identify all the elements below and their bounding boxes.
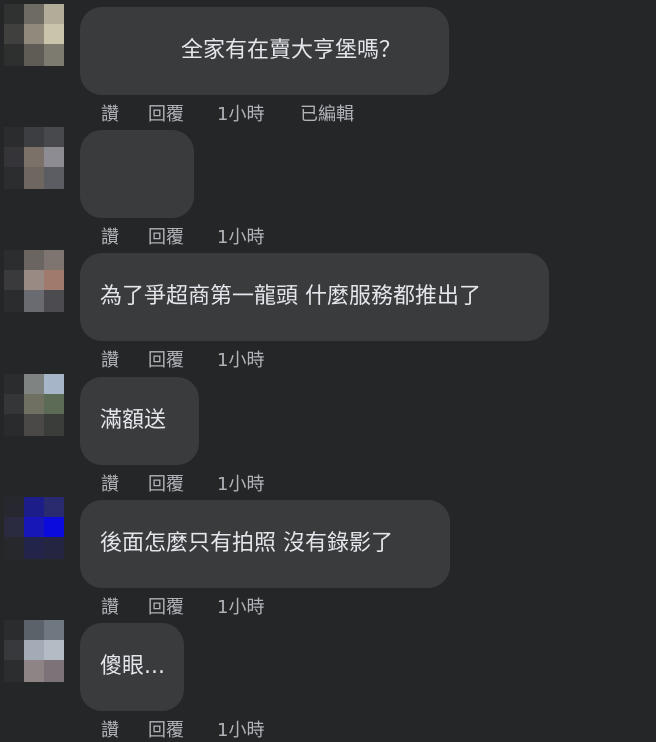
comment-time[interactable]: 1小時 [217,470,264,496]
comment-time[interactable]: 1小時 [217,593,264,619]
comment-bubble: 全家有在賣大亨堡嗎？ [80,7,449,95]
comment-bubble: 傻眼... [80,623,184,711]
edited-label[interactable]: 已編輯 [300,100,354,126]
comment-time[interactable]: 1小時 [217,716,264,742]
comment-text: 滿額送 [100,408,167,433]
comment-time[interactable]: 1小時 [217,346,264,372]
comment-bubble: 為了爭超商第一龍頭 什麼服務都推出了 [80,253,549,341]
like-button[interactable]: 讚 [101,223,119,249]
reply-button[interactable]: 回覆 [148,346,184,372]
avatar[interactable] [4,620,64,682]
like-button[interactable]: 讚 [101,100,119,126]
comment-text: 全家有在賣大亨堡嗎？ [181,38,402,63]
comment-time[interactable]: 1小時 [217,100,264,126]
reply-button[interactable]: 回覆 [148,470,184,496]
comment-bubble: 後面怎麼只有拍照 沒有錄影了 [80,500,450,588]
reply-button[interactable]: 回覆 [148,716,184,742]
reply-button[interactable]: 回覆 [148,223,184,249]
comment-text: 為了爭超商第一龍頭 什麼服務都推出了 [100,284,481,309]
comment-bubble: 滿額送 [80,377,199,465]
avatar[interactable] [4,4,64,66]
like-button[interactable]: 讚 [101,470,119,496]
reply-button[interactable]: 回覆 [148,100,184,126]
avatar[interactable] [4,250,64,312]
like-button[interactable]: 讚 [101,346,119,372]
avatar[interactable] [4,374,64,436]
like-button[interactable]: 讚 [101,593,119,619]
like-button[interactable]: 讚 [101,716,119,742]
comment-bubble [80,130,194,218]
comment-time[interactable]: 1小時 [217,223,264,249]
avatar[interactable] [4,127,64,189]
comment-text: 後面怎麼只有拍照 沒有錄影了 [100,531,393,556]
comment-text: 傻眼... [100,654,165,679]
reply-button[interactable]: 回覆 [148,593,184,619]
avatar[interactable] [4,497,64,559]
